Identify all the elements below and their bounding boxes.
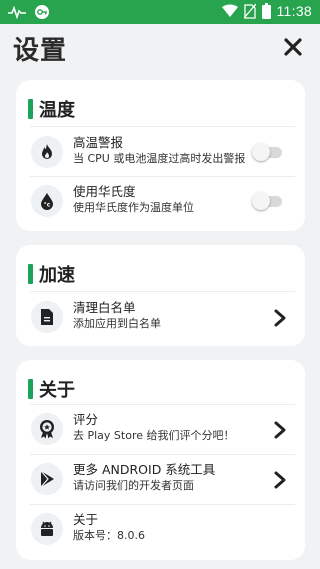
row-title: 使用华氏度: [73, 184, 136, 199]
vpn-icon: [35, 5, 49, 19]
section-accent-bar: [28, 99, 33, 119]
rate-row[interactable]: 评分 去 Play Store 给我们评个分吧！: [16, 407, 305, 455]
row-title: 评分: [73, 412, 99, 427]
toggle-knob: [252, 143, 270, 161]
header: 设置: [0, 24, 320, 74]
row-subtitle: 添加应用到白名单: [73, 317, 161, 330]
about-section-header: 关于: [28, 376, 75, 402]
play-store-icon: [31, 463, 63, 495]
high-temp-alert-toggle[interactable]: [252, 143, 282, 161]
temperature-card: 温度 高温警报 当 CPU 或电池温度过高时发出警报 °c 使用华氏度 使用华氏…: [16, 80, 305, 231]
boost-section-header: 加速: [28, 261, 75, 287]
close-icon: [284, 38, 302, 56]
android-icon: [31, 513, 63, 545]
section-accent-bar: [28, 264, 33, 284]
about-section-title: 关于: [39, 380, 75, 401]
battery-icon: [261, 3, 271, 19]
wifi-icon: [221, 4, 238, 17]
status-time: 11:38: [276, 3, 312, 19]
fahrenheit-toggle[interactable]: [252, 192, 282, 210]
status-bar: 11:38: [0, 0, 320, 24]
rating-badge-icon: [31, 413, 63, 445]
more-tools-row[interactable]: 更多 ANDROID 系统工具 请访问我们的开发者页面: [16, 457, 305, 505]
divider: [30, 504, 295, 505]
divider: [30, 454, 295, 455]
toggle-knob: [252, 192, 270, 210]
close-button[interactable]: [280, 34, 306, 60]
version-text: 版本号：8.0.6: [73, 529, 145, 542]
row-title: 更多 ANDROID 系统工具: [73, 462, 216, 477]
document-icon: [31, 301, 63, 333]
section-accent-bar: [28, 379, 33, 399]
pulse-icon: [8, 5, 26, 19]
temperature-section-header: 温度: [28, 96, 75, 122]
row-subtitle: 去 Play Store 给我们评个分吧！: [73, 429, 235, 442]
chevron-right-icon: [274, 421, 286, 439]
row-title: 关于: [73, 512, 99, 527]
svg-text:°c: °c: [44, 202, 51, 209]
divider: [30, 176, 295, 177]
row-subtitle: 使用华氏度作为温度单位: [73, 201, 194, 214]
row-subtitle: 当 CPU 或电池温度过高时发出警报: [73, 152, 246, 165]
boost-card: 加速 清理白名单 添加应用到白名单: [16, 245, 305, 346]
high-temp-alert-row[interactable]: 高温警报 当 CPU 或电池温度过高时发出警报: [16, 130, 305, 178]
row-title: 高温警报: [73, 135, 124, 150]
chevron-right-icon: [274, 471, 286, 489]
boost-section-title: 加速: [39, 265, 75, 286]
chevron-right-icon: [274, 309, 286, 327]
about-card: 关于 评分 去 Play Store 给我们评个分吧！ 更多 ANDROID 系…: [16, 360, 305, 560]
row-title: 清理白名单: [73, 300, 136, 315]
fahrenheit-icon: °c: [31, 185, 63, 217]
temperature-section-title: 温度: [39, 100, 75, 121]
fahrenheit-row[interactable]: °c 使用华氏度 使用华氏度作为温度单位: [16, 179, 305, 227]
divider: [30, 291, 295, 292]
no-sim-icon: [243, 3, 256, 19]
divider: [30, 404, 295, 405]
page-title: 设置: [13, 36, 68, 66]
whitelist-row[interactable]: 清理白名单 添加应用到白名单: [16, 295, 305, 343]
about-row[interactable]: 关于 版本号：8.0.6: [16, 507, 305, 555]
divider: [30, 126, 295, 127]
flame-icon: [31, 136, 63, 168]
row-subtitle: 请访问我们的开发者页面: [73, 479, 194, 492]
